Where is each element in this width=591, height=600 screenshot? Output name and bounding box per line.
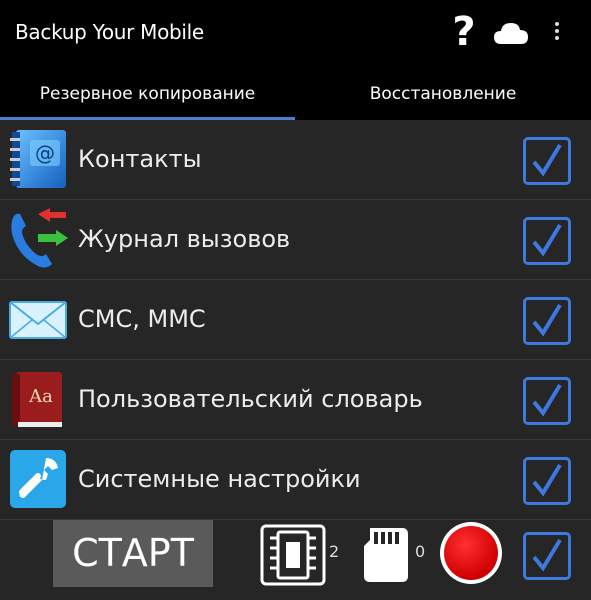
tab-restore[interactable]: Восстановление [295, 70, 591, 120]
call-log-phone-icon [11, 208, 68, 268]
list-item-system-settings[interactable]: Системные настройки [0, 440, 591, 520]
contacts-checkbox[interactable] [523, 137, 571, 185]
item-label: Пользовательский словарь [78, 385, 423, 413]
list-item-call-log[interactable]: Журнал вызовов [0, 200, 591, 280]
list-item-sms-mms[interactable]: СМС, ММС [0, 280, 591, 360]
dictionary-icon: Aa [12, 372, 62, 427]
call-log-checkbox[interactable] [523, 217, 571, 265]
tab-bar: Резервное копирование Восстановление [0, 70, 591, 120]
record-button[interactable] [440, 522, 502, 584]
backup-items-list: @ Контакты Журнал вызовов СМС, ММС Aa По… [0, 120, 591, 520]
item-label: Контакты [78, 145, 202, 173]
select-all-checkbox[interactable] [523, 532, 571, 580]
action-bar: СТАРТ 2 0 [0, 520, 591, 600]
envelope-icon [9, 301, 67, 339]
item-label: Системные настройки [78, 465, 361, 493]
svg-text:@: @ [35, 141, 55, 165]
cloud-icon[interactable] [493, 20, 529, 46]
tab-backup[interactable]: Резервное копирование [0, 70, 295, 120]
app-bar: Backup Your Mobile ? Резервное копирован… [0, 0, 591, 120]
internal-storage-count: 2 [329, 542, 340, 561]
sd-card-icon[interactable] [360, 526, 412, 584]
list-item-contacts[interactable]: @ Контакты [0, 120, 591, 200]
internal-storage-icon[interactable] [260, 524, 326, 586]
overflow-menu-icon[interactable] [552, 22, 562, 44]
sms-mms-checkbox[interactable] [523, 297, 571, 345]
user-dictionary-checkbox[interactable] [523, 377, 571, 425]
wrench-icon [10, 450, 66, 508]
help-icon[interactable]: ? [448, 8, 480, 56]
list-item-user-dictionary[interactable]: Aa Пользовательский словарь [0, 360, 591, 440]
contacts-book-icon: @ [10, 130, 66, 188]
item-label: Журнал вызовов [78, 225, 291, 253]
item-label: СМС, ММС [78, 305, 206, 333]
start-button[interactable]: СТАРТ [53, 520, 213, 587]
svg-text:Aa: Aa [28, 386, 53, 407]
sd-card-count: 0 [415, 542, 426, 561]
system-settings-checkbox[interactable] [523, 457, 571, 505]
app-title: Backup Your Mobile [15, 20, 204, 44]
